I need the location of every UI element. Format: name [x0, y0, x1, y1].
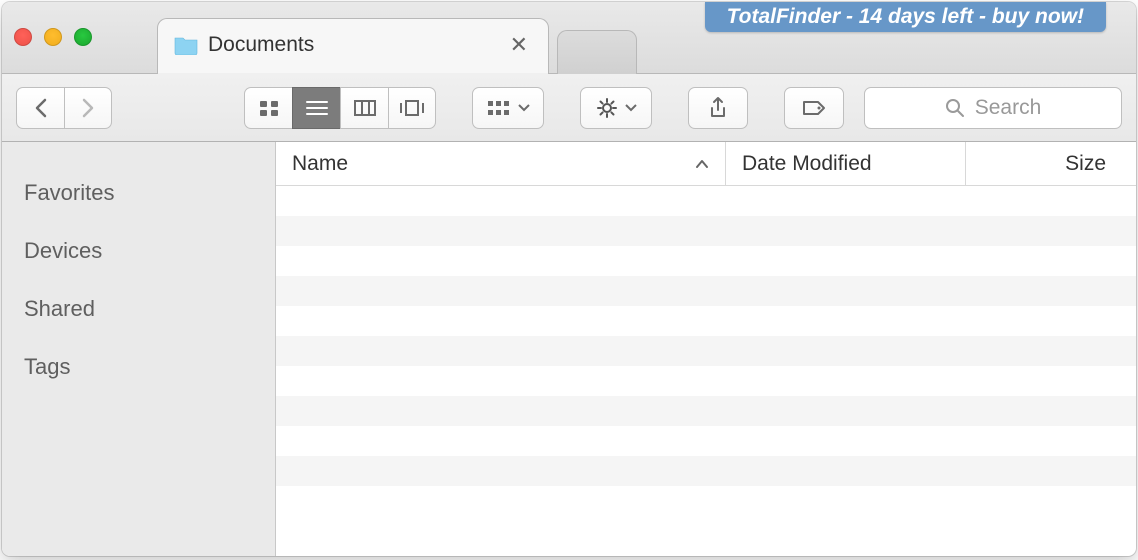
file-list [276, 186, 1136, 556]
list-row [276, 396, 1136, 426]
nav-buttons [16, 87, 112, 129]
content: Name Date Modified Size [276, 142, 1136, 556]
column-label: Name [292, 152, 348, 176]
list-row [276, 216, 1136, 246]
search-placeholder: Search [975, 96, 1042, 120]
sidebar-section-favorites[interactable]: Favorites [2, 164, 275, 222]
column-header-date[interactable]: Date Modified [726, 142, 966, 185]
chevron-right-icon [81, 98, 95, 118]
sidebar-section-devices[interactable]: Devices [2, 222, 275, 280]
share-icon [708, 96, 728, 120]
list-view-button[interactable] [292, 87, 340, 129]
grid-icon [258, 98, 280, 118]
chevron-left-icon [34, 98, 48, 118]
coverflow-icon [397, 98, 427, 118]
tags-button[interactable] [784, 87, 844, 129]
list-row [276, 366, 1136, 396]
fullscreen-window-button[interactable] [74, 28, 92, 46]
sidebar: Favorites Devices Shared Tags [2, 142, 276, 556]
traffic-lights [14, 28, 92, 46]
column-header-name[interactable]: Name [276, 142, 726, 185]
gallery-view-button[interactable] [388, 87, 436, 129]
list-row [276, 486, 1136, 516]
list-row [276, 456, 1136, 486]
column-view-button[interactable] [340, 87, 388, 129]
column-header-size[interactable]: Size [966, 142, 1136, 185]
forward-button[interactable] [64, 87, 112, 129]
view-mode-group [244, 87, 436, 129]
close-tab-button[interactable]: ✕ [506, 32, 532, 58]
list-row [276, 426, 1136, 456]
list-icon [304, 98, 330, 118]
search-icon [945, 98, 965, 118]
action-button[interactable] [580, 87, 652, 129]
list-row [276, 246, 1136, 276]
arrange-icon [486, 99, 512, 117]
chevron-down-icon [518, 104, 530, 112]
back-button[interactable] [16, 87, 64, 129]
sidebar-section-shared[interactable]: Shared [2, 280, 275, 338]
search-field[interactable]: Search [864, 87, 1122, 129]
column-headers: Name Date Modified Size [276, 142, 1136, 186]
trial-banner[interactable]: TotalFinder - 14 days left - buy now! [705, 2, 1106, 32]
toolbar: Search [2, 74, 1136, 142]
tag-icon [801, 99, 827, 117]
list-row [276, 186, 1136, 216]
finder-window: Documents ✕ TotalFinder - 14 days left -… [2, 2, 1136, 556]
list-row [276, 336, 1136, 366]
share-button[interactable] [688, 87, 748, 129]
gear-icon [595, 97, 619, 119]
column-label: Size [1065, 152, 1106, 176]
sidebar-section-tags[interactable]: Tags [2, 338, 275, 396]
tab-bar: Documents ✕ [157, 12, 637, 74]
minimize-window-button[interactable] [44, 28, 62, 46]
columns-icon [352, 98, 378, 118]
column-label: Date Modified [742, 152, 872, 176]
arrange-button[interactable] [472, 87, 544, 129]
body: Favorites Devices Shared Tags Name Date … [2, 142, 1136, 556]
list-row [276, 306, 1136, 336]
close-window-button[interactable] [14, 28, 32, 46]
chevron-down-icon [625, 104, 637, 112]
tab-title: Documents [208, 33, 506, 57]
tab-documents[interactable]: Documents ✕ [157, 18, 549, 74]
titlebar: Documents ✕ TotalFinder - 14 days left -… [2, 2, 1136, 74]
sort-ascending-icon [695, 159, 709, 169]
folder-icon [174, 35, 198, 55]
list-row [276, 276, 1136, 306]
new-tab-button[interactable] [557, 30, 637, 74]
icon-view-button[interactable] [244, 87, 292, 129]
